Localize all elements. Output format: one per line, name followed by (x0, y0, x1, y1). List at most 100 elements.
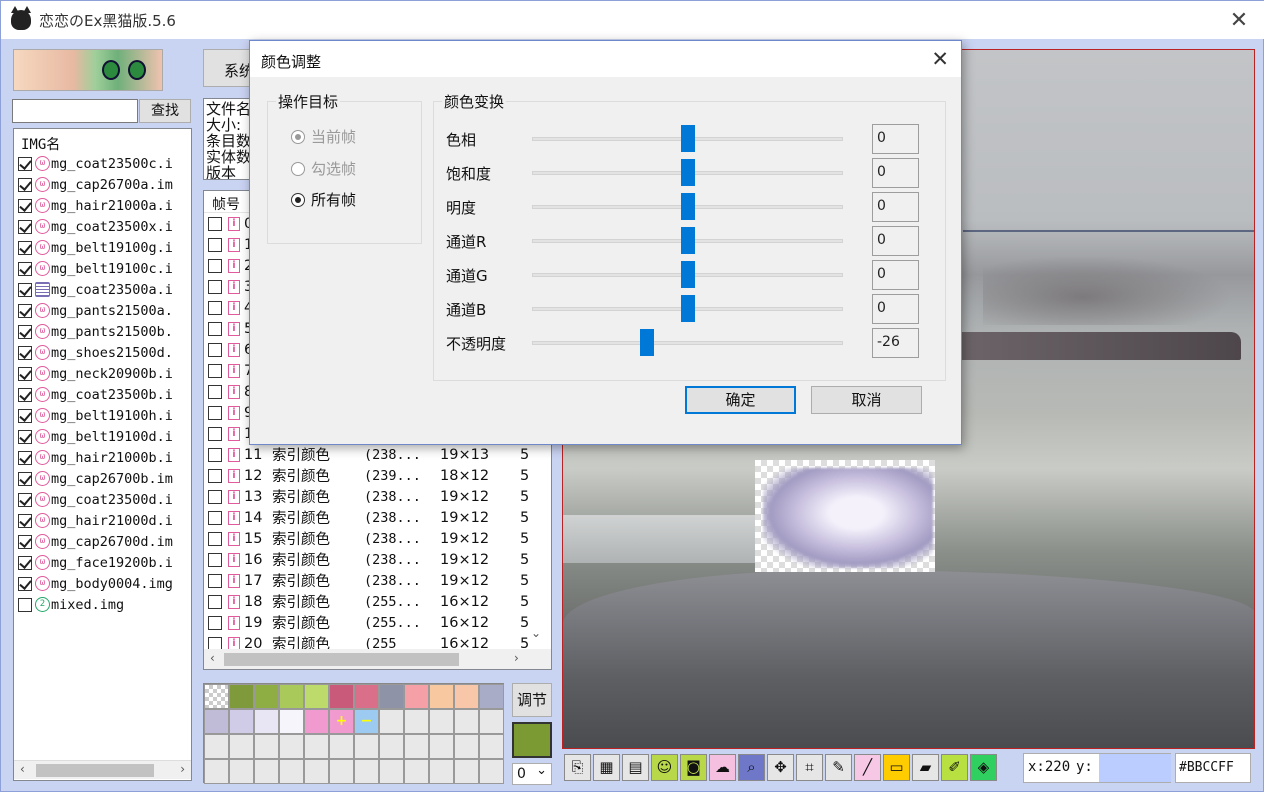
frame-checkbox[interactable] (208, 342, 222, 357)
slider-value-field[interactable]: 0 (872, 294, 919, 324)
frame-checkbox[interactable] (208, 300, 222, 315)
palette-cell[interactable] (404, 709, 429, 734)
rectangle-icon[interactable]: ▭ (883, 754, 910, 781)
pencil-icon[interactable]: ✎ (825, 754, 852, 781)
frame-checkbox[interactable] (208, 615, 222, 630)
img-list-item[interactable]: ω mg_belt19100d.i (14, 426, 191, 447)
slider-value-field[interactable]: 0 (872, 260, 919, 290)
palette-cell[interactable] (429, 734, 454, 759)
item-checkbox[interactable] (18, 534, 32, 549)
cancel-button[interactable]: 取消 (811, 386, 922, 414)
item-checkbox[interactable] (18, 597, 32, 612)
item-checkbox[interactable] (18, 408, 32, 423)
palette-cell[interactable] (304, 709, 329, 734)
palette-cell[interactable] (229, 759, 254, 784)
item-checkbox[interactable] (18, 324, 32, 339)
frame-checkbox[interactable] (208, 510, 222, 525)
palette-cell[interactable] (254, 684, 279, 709)
frame-checkbox[interactable] (208, 258, 222, 273)
img-list-item[interactable]: ω mg_hair21000b.i (14, 447, 191, 468)
palette-cell[interactable] (204, 684, 229, 709)
palette-cell[interactable] (429, 684, 454, 709)
frame-checkbox[interactable] (208, 531, 222, 546)
palette-cell[interactable] (354, 734, 379, 759)
item-checkbox[interactable] (18, 282, 32, 297)
slider-thumb[interactable] (680, 125, 695, 152)
scroll-thumb[interactable] (36, 764, 154, 777)
img-list-item[interactable]: ω mg_coat23500x.i (14, 216, 191, 237)
item-checkbox[interactable] (18, 303, 32, 318)
frame-checkbox[interactable] (208, 321, 222, 336)
frame-checkbox[interactable] (208, 237, 222, 252)
frame-row[interactable]: i 16 索引颜色 (238... 19×12 5 (204, 549, 551, 570)
img-list-item[interactable]: ω mg_face19200b.i (14, 552, 191, 573)
item-checkbox[interactable] (18, 240, 32, 255)
item-checkbox[interactable] (18, 177, 32, 192)
dialog-close-icon[interactable]: ✕ (931, 47, 949, 71)
scroll-right-icon[interactable]: › (514, 651, 519, 665)
img-list[interactable]: IMG名 ω mg_coat23500c.i ω mg_cap26700a.im ω mg… (13, 128, 192, 781)
color-palette[interactable]: + − (203, 683, 504, 784)
frame-row[interactable]: i 14 索引颜色 (238... 19×12 5 (204, 507, 551, 528)
item-checkbox[interactable] (18, 429, 32, 444)
palette-icon[interactable]: ▦ (593, 754, 620, 781)
frame-checkbox[interactable] (208, 447, 222, 462)
palette-cell[interactable] (454, 734, 479, 759)
palette-cell[interactable] (379, 709, 404, 734)
export-icon[interactable]: ⎘ (564, 754, 591, 781)
hex-color-field[interactable]: #BBCCFF (1175, 753, 1251, 783)
palette-cell[interactable] (229, 684, 254, 709)
palette-cell[interactable] (304, 734, 329, 759)
crop-icon[interactable]: ⌗ (796, 754, 823, 781)
img-list-item[interactable]: ω mg_hair21000a.i (14, 195, 191, 216)
slider-thumb[interactable] (680, 261, 695, 288)
frame-row[interactable]: i 13 索引颜色 (238... 19×12 5 (204, 486, 551, 507)
scroll-thumb[interactable] (224, 653, 459, 666)
palette-cell[interactable] (404, 734, 429, 759)
palette-cell[interactable] (329, 759, 354, 784)
item-checkbox[interactable] (18, 576, 32, 591)
item-checkbox[interactable] (18, 198, 32, 213)
scroll-left-icon[interactable]: ‹ (210, 651, 215, 665)
palette-cell[interactable] (379, 684, 404, 709)
palette-cell[interactable] (329, 684, 354, 709)
frame-checkbox[interactable] (208, 594, 222, 609)
img-list-item[interactable]: ω mg_belt19100g.i (14, 237, 191, 258)
img-list-item[interactable]: ω mg_body0004.img (14, 573, 191, 594)
slider-value-field[interactable]: 0 (872, 192, 919, 222)
frame-checkbox[interactable] (208, 468, 222, 483)
img-list-item[interactable]: 2 mixed.img (14, 594, 191, 615)
radio-current-frame[interactable]: 当前帧 (291, 126, 356, 147)
frame-row[interactable]: i 17 索引颜色 (238... 19×12 5 (204, 570, 551, 591)
palette-cell[interactable] (454, 709, 479, 734)
palette-cell[interactable] (254, 734, 279, 759)
item-checkbox[interactable] (18, 366, 32, 381)
palette-cell[interactable] (404, 684, 429, 709)
frame-list-hscrollbar[interactable]: ‹ › (204, 649, 551, 669)
item-checkbox[interactable] (18, 156, 32, 171)
frame-checkbox[interactable] (208, 405, 222, 420)
palette-cell[interactable] (304, 759, 329, 784)
frame-row[interactable]: i 11 索引颜色 (238... 19×13 5 (204, 444, 551, 465)
item-checkbox[interactable] (18, 492, 32, 507)
palette-cell[interactable] (454, 759, 479, 784)
move-icon[interactable]: ✥ (767, 754, 794, 781)
palette-cell[interactable]: + (329, 709, 354, 734)
img-list-item[interactable]: ω mg_belt19100c.i (14, 258, 191, 279)
frame-checkbox[interactable] (208, 363, 222, 378)
palette-cell[interactable] (479, 759, 504, 784)
palette-cell[interactable] (204, 709, 229, 734)
ok-button[interactable]: 确定 (685, 386, 796, 414)
frame-checkbox[interactable] (208, 426, 222, 441)
scroll-down-icon[interactable]: ⌄ (531, 626, 541, 640)
palette-cell[interactable] (229, 709, 254, 734)
img-list-item[interactable]: ω mg_cap26700a.im (14, 174, 191, 195)
frame-checkbox[interactable] (208, 573, 222, 588)
cloud-icon[interactable]: ☁ (709, 754, 736, 781)
item-checkbox[interactable] (18, 261, 32, 276)
img-list-item[interactable]: ω mg_shoes21500d. (14, 342, 191, 363)
fill-icon[interactable]: ◈ (970, 754, 997, 781)
palette-cell[interactable] (479, 709, 504, 734)
palette-cell[interactable] (429, 709, 454, 734)
img-list-item[interactable]: mg_coat23500a.i (14, 279, 191, 300)
